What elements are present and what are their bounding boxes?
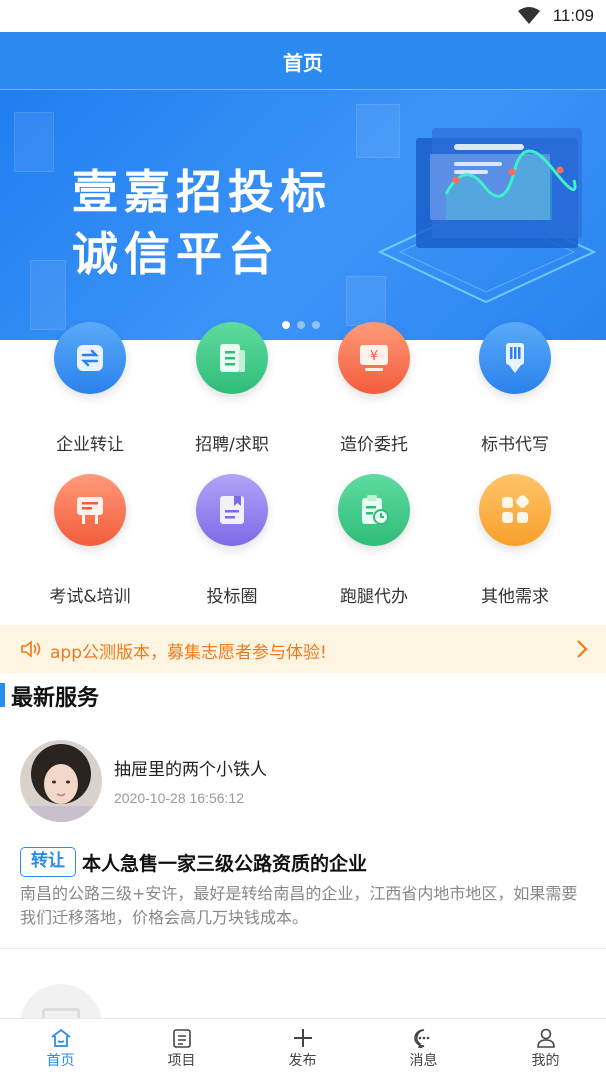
- service-grid: 企业转让 招聘/求职 ¥ 造价委托 标书代写 考试&培训 投标圈 跑腿代办 其他…: [0, 322, 606, 626]
- post-category-tag: 转让: [20, 847, 76, 877]
- post-title[interactable]: 本人急售一家三级公路资质的企业: [82, 849, 367, 876]
- top-header: 首页: [0, 32, 606, 90]
- tab-publish[interactable]: 发布: [242, 1019, 363, 1080]
- divider: [0, 948, 606, 949]
- service-row: 考试&培训 投标圈 跑腿代办 其他需求: [0, 474, 606, 626]
- banner-headline: 壹嘉招投标: [72, 165, 332, 219]
- banner-decoration: [30, 260, 66, 330]
- service-item-recruitment[interactable]: 招聘/求职: [172, 322, 292, 455]
- status-time: 11:09: [552, 6, 594, 25]
- chevron-right-icon: [577, 640, 588, 658]
- tab-label: 项目: [167, 1053, 196, 1069]
- service-label: 标书代写: [481, 435, 549, 455]
- user-icon: [536, 1028, 555, 1048]
- blackboard-icon: [54, 474, 126, 546]
- svg-text:¥: ¥: [370, 349, 378, 364]
- tab-home[interactable]: 首页: [0, 1019, 121, 1080]
- document-icon: [196, 322, 268, 394]
- avatar[interactable]: [20, 740, 102, 822]
- pen-icon: [479, 322, 551, 394]
- service-row: 企业转让 招聘/求职 ¥ 造价委托 标书代写: [0, 322, 606, 474]
- dashboard-illustration: [377, 128, 597, 304]
- post-timestamp: 2020-10-28 16:56:12: [114, 790, 244, 806]
- banner-carousel[interactable]: 壹嘉招投标 诚信平台: [0, 90, 606, 340]
- notice-banner[interactable]: app公测版本，募集志愿者参与体验!: [0, 625, 606, 673]
- service-item-company-transfer[interactable]: 企业转让: [30, 322, 150, 455]
- page-title: 首页: [283, 51, 323, 75]
- service-label: 其他需求: [481, 587, 549, 607]
- home-icon: [50, 1028, 71, 1047]
- post-username: 抽屉里的两个小铁人: [114, 760, 267, 780]
- apps-icon: [479, 474, 551, 546]
- service-item-bid-circle[interactable]: 投标圈: [172, 474, 292, 607]
- section-accent-bar: [0, 683, 5, 707]
- price-monitor-icon: ¥: [338, 322, 410, 394]
- notice-text: app公测版本，募集志愿者参与体验!: [50, 643, 327, 663]
- post-description[interactable]: 南昌的公路三级+安许，最好是转给南昌的企业，江西省内地市地区，如果需要我们迁移落…: [20, 882, 588, 930]
- banner-subheadline: 诚信平台: [72, 227, 280, 281]
- tab-profile[interactable]: 我的: [485, 1019, 606, 1080]
- service-label: 企业转让: [56, 435, 124, 455]
- home-screen: 11:09 首页 壹嘉招投标 诚信平台 企业转让 招聘/求职 ¥ 造价委托 标书…: [0, 0, 606, 1080]
- banner-decoration: [14, 112, 54, 172]
- list-icon: [172, 1029, 191, 1048]
- section-title: 最新服务: [11, 686, 100, 711]
- transfer-icon: [54, 322, 126, 394]
- service-item-exam-training[interactable]: 考试&培训: [30, 474, 150, 607]
- tab-projects[interactable]: 项目: [121, 1019, 242, 1080]
- clipboard-clock-icon: [338, 474, 410, 546]
- tab-label: 发布: [288, 1053, 317, 1069]
- service-label: 造价委托: [340, 435, 408, 455]
- tab-label: 首页: [46, 1053, 75, 1069]
- speaker-icon: [21, 640, 41, 658]
- service-item-bid-writing[interactable]: 标书代写: [455, 322, 575, 455]
- bookmark-doc-icon: [196, 474, 268, 546]
- bottom-tab-bar: 首页 项目 发布 消息 我的: [0, 1018, 606, 1080]
- service-item-other-needs[interactable]: 其他需求: [455, 474, 575, 607]
- service-label: 跑腿代办: [340, 587, 408, 607]
- service-item-cost-commission[interactable]: ¥ 造价委托: [314, 322, 434, 455]
- tab-label: 消息: [409, 1053, 438, 1069]
- tab-messages[interactable]: 消息: [363, 1019, 484, 1080]
- tab-label: 我的: [531, 1053, 560, 1069]
- service-label: 投标圈: [206, 587, 258, 607]
- status-bar: 11:09: [0, 0, 606, 32]
- message-icon: [413, 1029, 429, 1048]
- service-item-errand[interactable]: 跑腿代办: [314, 474, 434, 607]
- service-label: 考试&培训: [49, 587, 131, 607]
- service-label: 招聘/求职: [195, 435, 269, 455]
- wifi-icon: [518, 7, 540, 24]
- plus-icon: [293, 1029, 312, 1047]
